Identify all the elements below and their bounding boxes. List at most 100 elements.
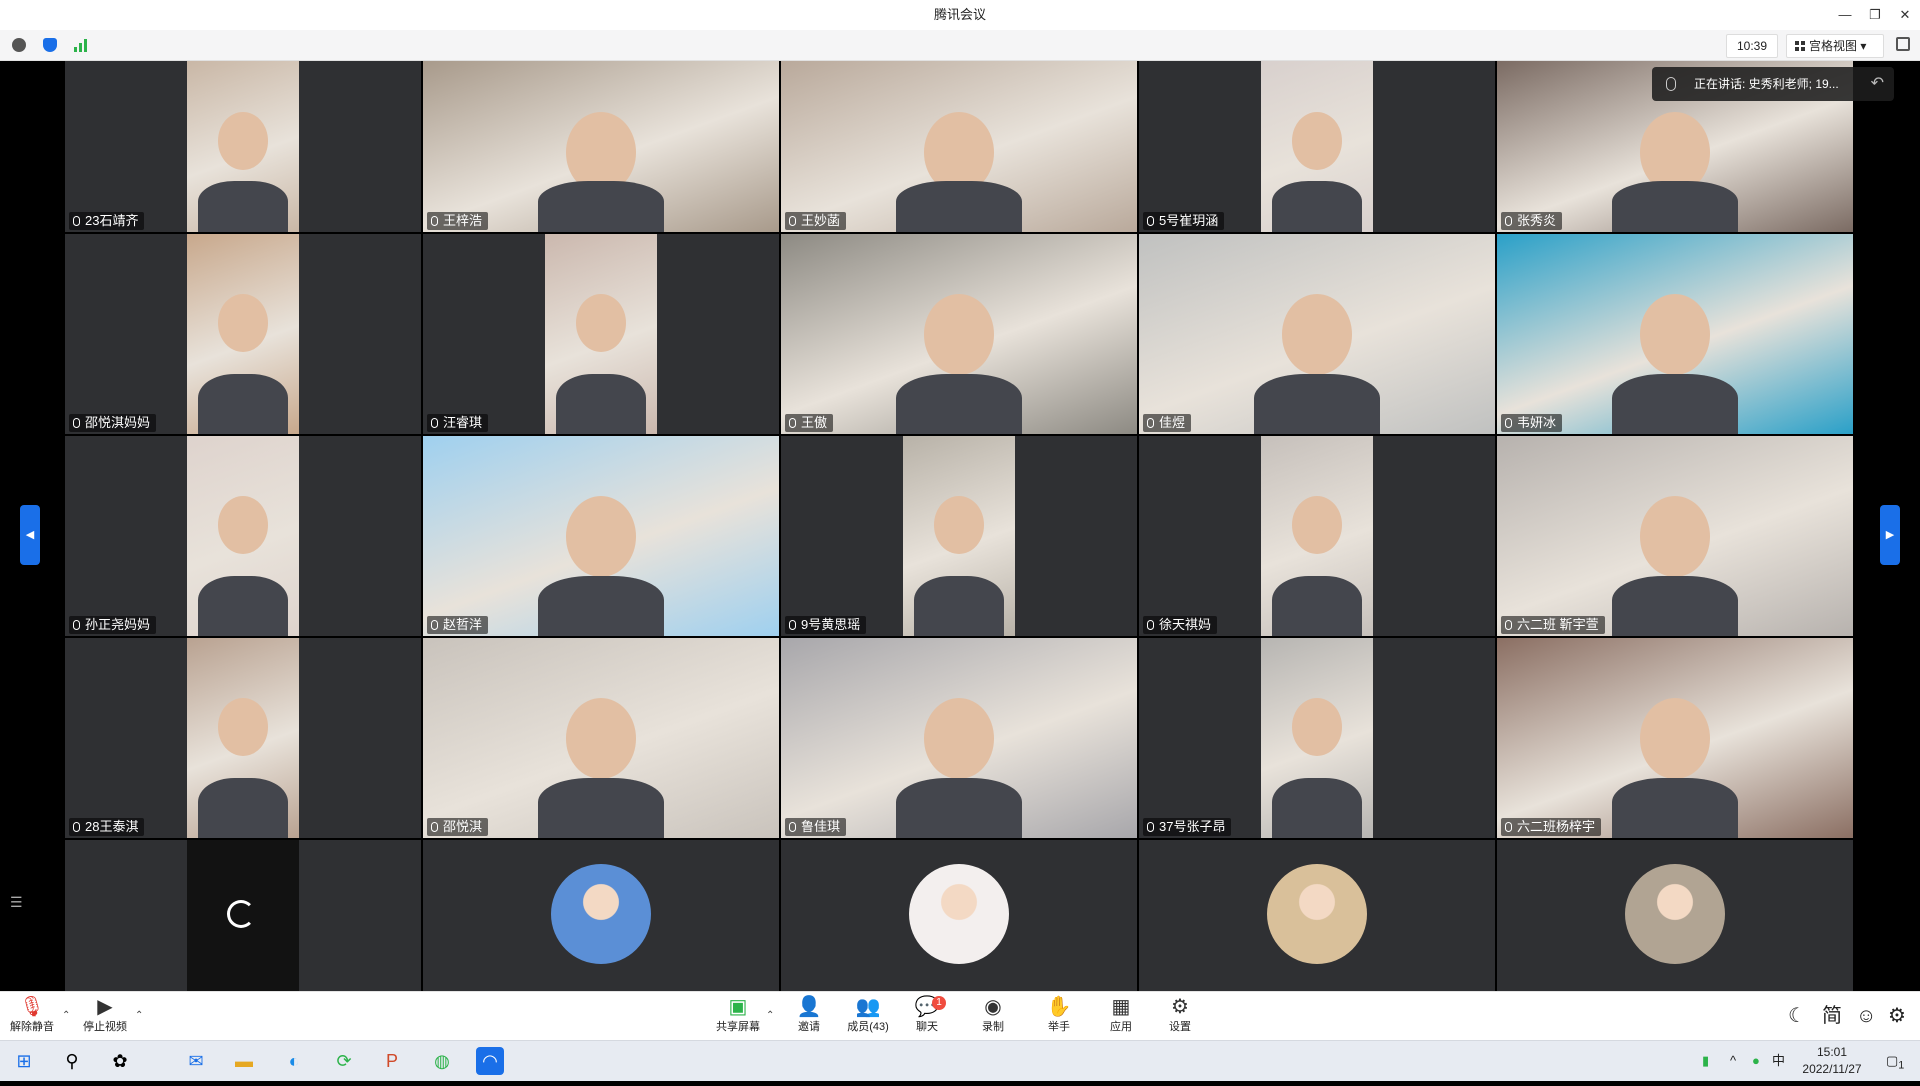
unmute-button[interactable]: 🎙 解除静音	[2, 994, 62, 1040]
minimize-button[interactable]: —	[1830, 0, 1860, 30]
mail-icon[interactable]: ✉	[182, 1047, 210, 1075]
wechat-tray-icon[interactable]: ●	[1752, 1041, 1760, 1081]
participant-tile[interactable]: 徐天祺妈	[1139, 436, 1495, 636]
share-screen-button[interactable]: ▣ 共享屏幕	[708, 994, 768, 1040]
participant-tile[interactable]: 王梓浩	[423, 61, 779, 232]
mic-icon	[1505, 620, 1512, 630]
participant-tile[interactable]: 六二班 靳宇萱	[1497, 436, 1853, 636]
participant-name-label: 王傲	[785, 414, 834, 432]
person-head	[933, 496, 985, 554]
participant-tile[interactable]: 孙正尧妈妈	[65, 436, 421, 636]
windows-start-icon[interactable]: ⊞	[10, 1047, 38, 1075]
person-body	[538, 180, 664, 232]
wechat-icon[interactable]: ◍	[428, 1047, 456, 1075]
chevron-up-icon[interactable]: ^	[1730, 1041, 1736, 1081]
participant-tile[interactable]: 六二班杨梓宇	[1497, 638, 1853, 838]
moon-icon[interactable]: ☾	[1788, 1004, 1806, 1028]
stop-video-button[interactable]: ▶ 停止视频	[75, 994, 135, 1040]
participant-tile-avatar[interactable]	[1139, 840, 1495, 991]
participant-tile-avatar[interactable]	[781, 840, 1137, 991]
mic-icon	[789, 822, 796, 832]
collapse-icon[interactable]: ↶	[1871, 67, 1884, 101]
view-mode-label: 宫格视图	[1809, 39, 1858, 53]
participant-tile-loading[interactable]	[65, 840, 421, 991]
person-head	[1640, 698, 1710, 779]
mic-icon	[789, 418, 796, 428]
refresh-app-icon[interactable]: ⟳	[330, 1047, 358, 1075]
participant-tile[interactable]: 汪睿琪	[423, 234, 779, 434]
share-options-caret[interactable]: ⌃	[766, 1010, 774, 1021]
mic-icon	[73, 418, 80, 428]
participant-video	[1497, 436, 1853, 636]
person-head	[1640, 496, 1710, 577]
record-button[interactable]: ◉ 录制	[963, 994, 1023, 1040]
participant-name: 六二班 靳宇萱	[1517, 617, 1599, 632]
person-body	[1271, 778, 1363, 838]
invite-button[interactable]: 👤 邀请	[779, 994, 839, 1040]
audio-options-caret[interactable]: ⌃	[62, 1010, 70, 1021]
previous-page-button[interactable]: ◀	[20, 505, 40, 565]
mic-icon	[431, 216, 438, 226]
search-icon[interactable]: ⚲	[58, 1047, 86, 1075]
invite-label: 邀请	[798, 1021, 820, 1033]
participant-tile[interactable]: 韦妍冰	[1497, 234, 1853, 434]
apps-button[interactable]: ▦ 应用	[1091, 994, 1151, 1040]
participant-tile[interactable]: 王傲	[781, 234, 1137, 434]
shield-icon[interactable]	[43, 38, 57, 52]
participant-tile[interactable]: 佳煜	[1139, 234, 1495, 434]
edge-icon[interactable]: ◐	[280, 1047, 308, 1075]
chat-button[interactable]: 💬 1 聊天	[897, 994, 957, 1040]
participant-video	[187, 436, 299, 636]
participant-tile-avatar[interactable]	[423, 840, 779, 991]
signal-icon[interactable]	[74, 38, 88, 52]
simplified-chinese-toggle[interactable]: 简	[1822, 1004, 1842, 1028]
fullscreen-icon[interactable]	[1896, 37, 1910, 51]
mic-icon	[789, 620, 796, 630]
person-body	[1271, 576, 1363, 636]
raise-hand-button[interactable]: ✋ 举手	[1029, 994, 1089, 1040]
next-page-button[interactable]: ▶	[1880, 505, 1900, 565]
participant-tile[interactable]: 赵哲洋	[423, 436, 779, 636]
mic-icon	[1147, 418, 1154, 428]
participant-name-label: 28王泰淇	[69, 818, 145, 836]
video-options-caret[interactable]: ⌃	[135, 1010, 143, 1021]
notification-icon[interactable]: ▢1	[1886, 1041, 1904, 1081]
powerpoint-icon[interactable]: P	[378, 1047, 406, 1075]
participant-tile[interactable]: 5号崔玥涵	[1139, 61, 1495, 232]
maximize-button[interactable]: ❐	[1860, 0, 1890, 30]
participant-name: 徐天祺妈	[1159, 617, 1212, 632]
participant-tile[interactable]: 23石靖齐	[65, 61, 421, 232]
view-mode-button[interactable]: 宫格视图 ▾	[1786, 34, 1884, 58]
clock-date: 2022/11/27	[1802, 1062, 1862, 1076]
folder-icon[interactable]: ▬	[230, 1047, 258, 1075]
app-icon[interactable]: ✿	[106, 1047, 134, 1075]
info-icon[interactable]	[12, 38, 26, 52]
notification-count: 1	[1898, 1059, 1905, 1072]
participant-tile[interactable]: 鲁佳琪	[781, 638, 1137, 838]
system-clock[interactable]: 15:01 2022/11/27	[1782, 1044, 1882, 1078]
participant-video	[781, 61, 1137, 232]
list-icon[interactable]: ☰	[10, 894, 26, 910]
person-head	[924, 698, 994, 779]
close-button[interactable]: ✕	[1890, 0, 1920, 30]
person-body	[1612, 778, 1738, 838]
participant-tile[interactable]: 9号黄思瑶	[781, 436, 1137, 636]
participant-tile[interactable]: 28王泰淇	[65, 638, 421, 838]
settings-button[interactable]: ⚙ 设置	[1150, 994, 1210, 1040]
battery-icon[interactable]: ▮	[1702, 1041, 1709, 1081]
apps-label: 应用	[1110, 1021, 1132, 1033]
participant-tile[interactable]: 王妙菡	[781, 61, 1137, 232]
participant-video	[1497, 234, 1853, 434]
tencent-meeting-icon[interactable]: ◠	[476, 1047, 504, 1075]
participant-video	[1139, 234, 1495, 434]
participant-tile[interactable]: 邵悦淇	[423, 638, 779, 838]
participant-name-label: 赵哲洋	[427, 616, 489, 634]
person-body	[1612, 180, 1738, 232]
participant-tile-avatar[interactable]	[1497, 840, 1853, 991]
participant-name: 六二班杨梓宇	[1517, 819, 1596, 834]
ime-settings-icon[interactable]: ⚙	[1888, 1004, 1906, 1028]
members-button[interactable]: 👥 成员(43)	[838, 994, 898, 1040]
participant-tile[interactable]: 邵悦淇妈妈	[65, 234, 421, 434]
participant-tile[interactable]: 37号张子昂	[1139, 638, 1495, 838]
emoji-icon[interactable]: ☺	[1856, 1004, 1876, 1028]
